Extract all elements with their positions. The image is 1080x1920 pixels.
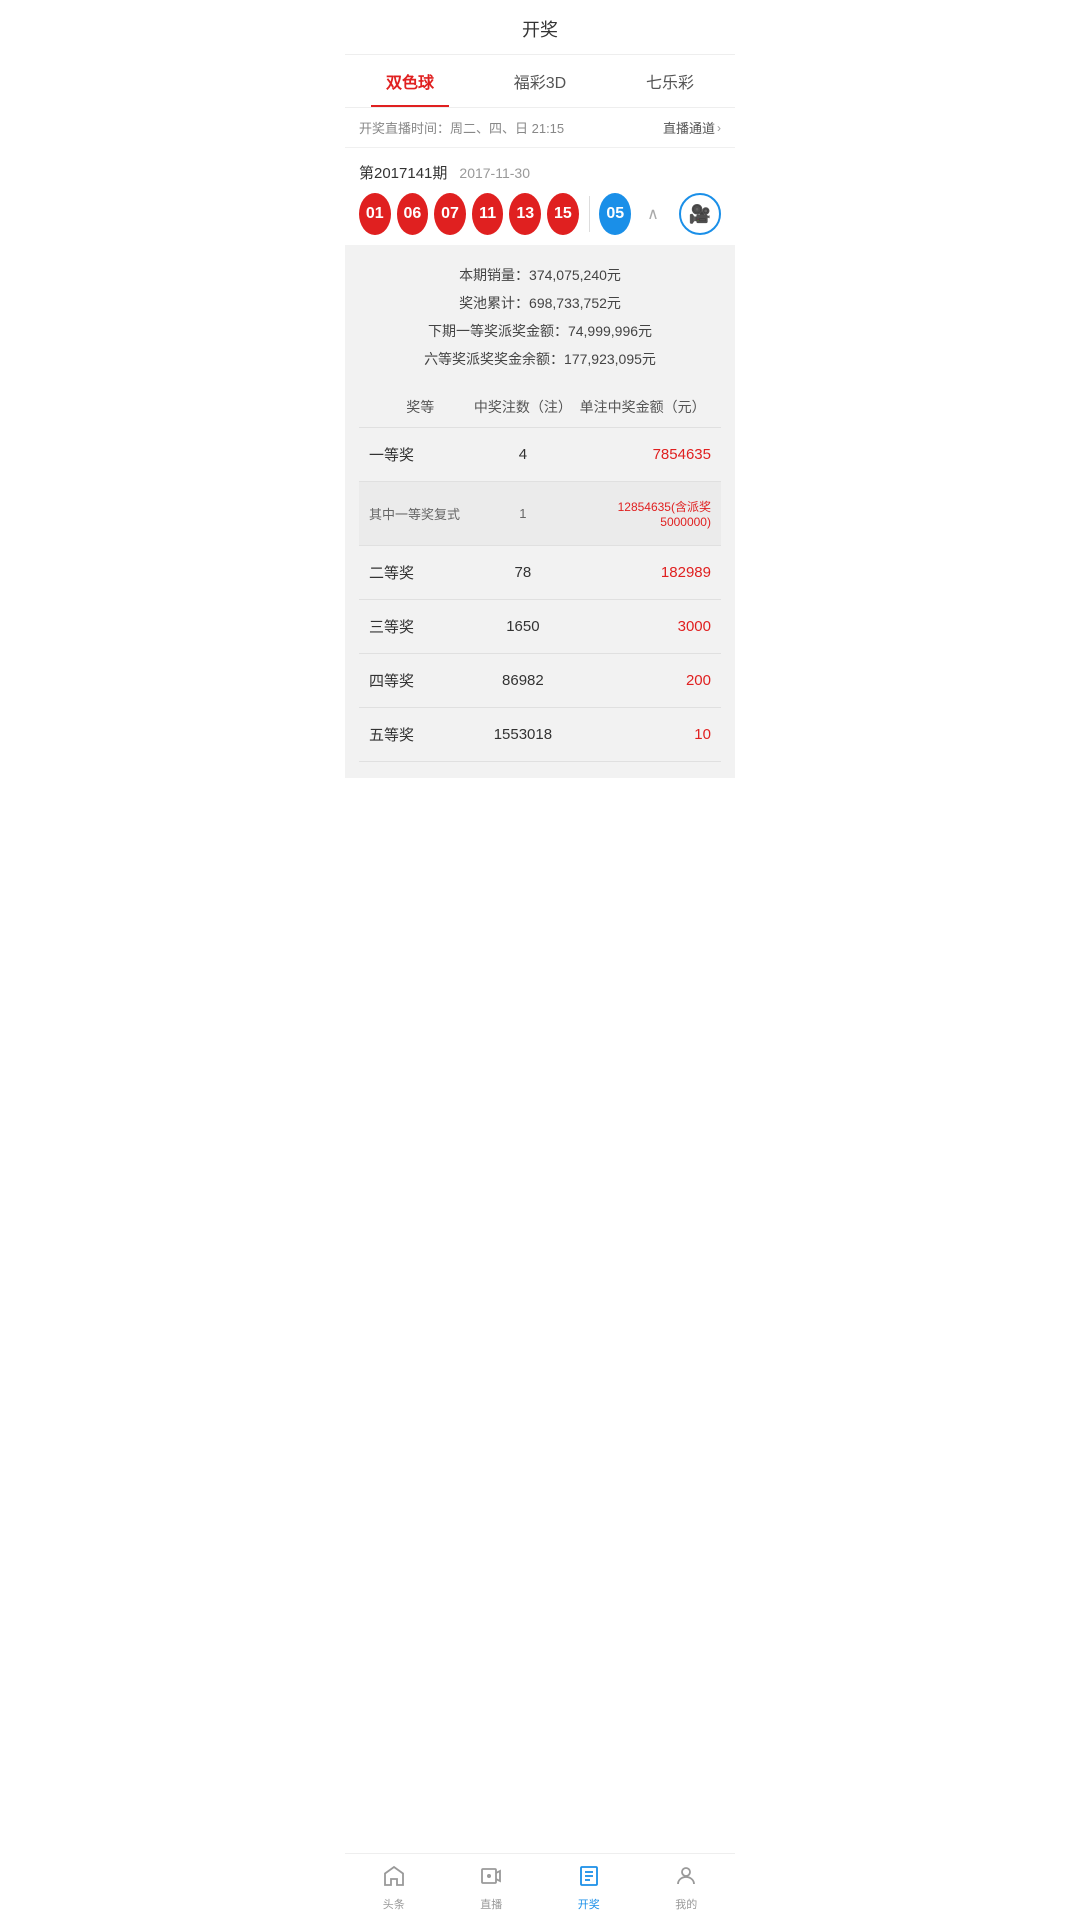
prize-row-5: 五等奖 1553018 10 bbox=[359, 708, 721, 762]
video-icon: 🎥 bbox=[689, 204, 711, 225]
prize-row-4: 四等奖 86982 200 bbox=[359, 654, 721, 708]
prize-amount-1: 7854635 bbox=[574, 446, 721, 463]
live-schedule: 开奖直播时间：周二、四、日 21:15 bbox=[359, 118, 564, 137]
prize-row-1: 一等奖 4 7854635 bbox=[359, 428, 721, 482]
issue-date: 2017-11-30 bbox=[459, 165, 530, 181]
lottery-icon bbox=[577, 1864, 601, 1892]
prize-count-3: 1650 bbox=[472, 618, 575, 635]
bottom-nav: 头条 直播 开奖 我的 bbox=[345, 1853, 735, 1920]
prize-level-4: 四等奖 bbox=[359, 670, 472, 691]
col-header-prize: 奖等 bbox=[359, 397, 472, 417]
prize-amount-3: 3000 bbox=[574, 618, 721, 635]
prize-amount-4: 200 bbox=[574, 672, 721, 689]
nav-mine[interactable]: 我的 bbox=[638, 1854, 736, 1920]
collapse-button[interactable]: ∧ bbox=[637, 198, 669, 230]
prize-amount-5: 10 bbox=[574, 726, 721, 743]
prize-count-sub-1: 1 bbox=[472, 506, 575, 521]
prize-row-3: 三等奖 1650 3000 bbox=[359, 600, 721, 654]
page-header: 开奖 bbox=[345, 0, 735, 55]
issue-info: 第2017141期 2017-11-30 bbox=[359, 162, 721, 183]
ball-divider bbox=[589, 196, 590, 232]
tab-fc3d[interactable]: 福彩3D bbox=[475, 55, 605, 107]
video-button[interactable]: 🎥 bbox=[679, 193, 721, 235]
prize-level-sub-1: 其中一等奖复式 bbox=[359, 504, 472, 523]
prize-level-1: 一等奖 bbox=[359, 444, 472, 465]
ball-red-1: 01 bbox=[359, 193, 391, 235]
prize-amount-2: 182989 bbox=[574, 564, 721, 581]
stat-next-first: 下期一等奖派奖金额：74,999,996元 bbox=[359, 317, 721, 345]
prize-level-2: 二等奖 bbox=[359, 562, 472, 583]
col-header-amount: 单注中奖金额（元） bbox=[574, 397, 721, 417]
nav-headlines-label: 头条 bbox=[383, 1896, 405, 1912]
prize-count-5: 1553018 bbox=[472, 726, 575, 743]
nav-mine-label: 我的 bbox=[675, 1896, 697, 1912]
live-channel-link[interactable]: 直播通道 › bbox=[663, 118, 721, 137]
prize-count-4: 86982 bbox=[472, 672, 575, 689]
tab-qlc[interactable]: 七乐彩 bbox=[605, 55, 735, 107]
ball-blue-1: 05 bbox=[599, 193, 631, 235]
nav-lottery-label: 开奖 bbox=[578, 1896, 600, 1912]
user-icon bbox=[674, 1864, 698, 1892]
prize-count-1: 4 bbox=[472, 446, 575, 463]
col-header-count: 中奖注数（注） bbox=[472, 397, 575, 417]
issue-section: 第2017141期 2017-11-30 01 06 07 11 13 15 0… bbox=[345, 148, 735, 245]
stat-pool: 奖池累计：698,733,752元 bbox=[359, 289, 721, 317]
home-icon bbox=[382, 1864, 406, 1892]
prize-level-3: 三等奖 bbox=[359, 616, 472, 637]
balls-row: 01 06 07 11 13 15 05 ∧ 🎥 bbox=[359, 193, 721, 235]
stat-sixth: 六等奖派奖奖金余额：177,923,095元 bbox=[359, 345, 721, 373]
ball-red-5: 13 bbox=[509, 193, 541, 235]
prize-row-2: 二等奖 78 182989 bbox=[359, 546, 721, 600]
prize-table: 一等奖 4 7854635 其中一等奖复式 1 12854635(含派奖5000… bbox=[359, 428, 721, 762]
ball-red-6: 15 bbox=[547, 193, 579, 235]
ball-red-3: 07 bbox=[434, 193, 466, 235]
page-title: 开奖 bbox=[522, 20, 558, 40]
issue-number: 第2017141期 bbox=[359, 162, 447, 183]
nav-live-label: 直播 bbox=[480, 1896, 502, 1912]
tab-bar: 双色球 福彩3D 七乐彩 bbox=[345, 55, 735, 108]
chevron-icon: › bbox=[717, 121, 721, 135]
ball-red-4: 11 bbox=[472, 193, 504, 235]
prize-row-sub-1: 其中一等奖复式 1 12854635(含派奖5000000) bbox=[359, 482, 721, 546]
live-bar: 开奖直播时间：周二、四、日 21:15 直播通道 › bbox=[345, 108, 735, 148]
tab-ssq[interactable]: 双色球 bbox=[345, 55, 475, 107]
detail-panel: 本期销量：374,075,240元 奖池累计：698,733,752元 下期一等… bbox=[345, 245, 735, 778]
nav-live[interactable]: 直播 bbox=[443, 1854, 541, 1920]
ball-red-2: 06 bbox=[397, 193, 429, 235]
nav-lottery[interactable]: 开奖 bbox=[540, 1854, 638, 1920]
prize-level-5: 五等奖 bbox=[359, 724, 472, 745]
stats-block: 本期销量：374,075,240元 奖池累计：698,733,752元 下期一等… bbox=[359, 261, 721, 373]
stat-sales: 本期销量：374,075,240元 bbox=[359, 261, 721, 289]
balls-actions: ∧ 🎥 bbox=[637, 193, 721, 235]
prize-table-header: 奖等 中奖注数（注） 单注中奖金额（元） bbox=[359, 387, 721, 428]
prize-amount-sub-1: 12854635(含派奖5000000) bbox=[574, 498, 721, 529]
nav-headlines[interactable]: 头条 bbox=[345, 1854, 443, 1920]
live-icon bbox=[479, 1864, 503, 1892]
prize-count-2: 78 bbox=[472, 564, 575, 581]
